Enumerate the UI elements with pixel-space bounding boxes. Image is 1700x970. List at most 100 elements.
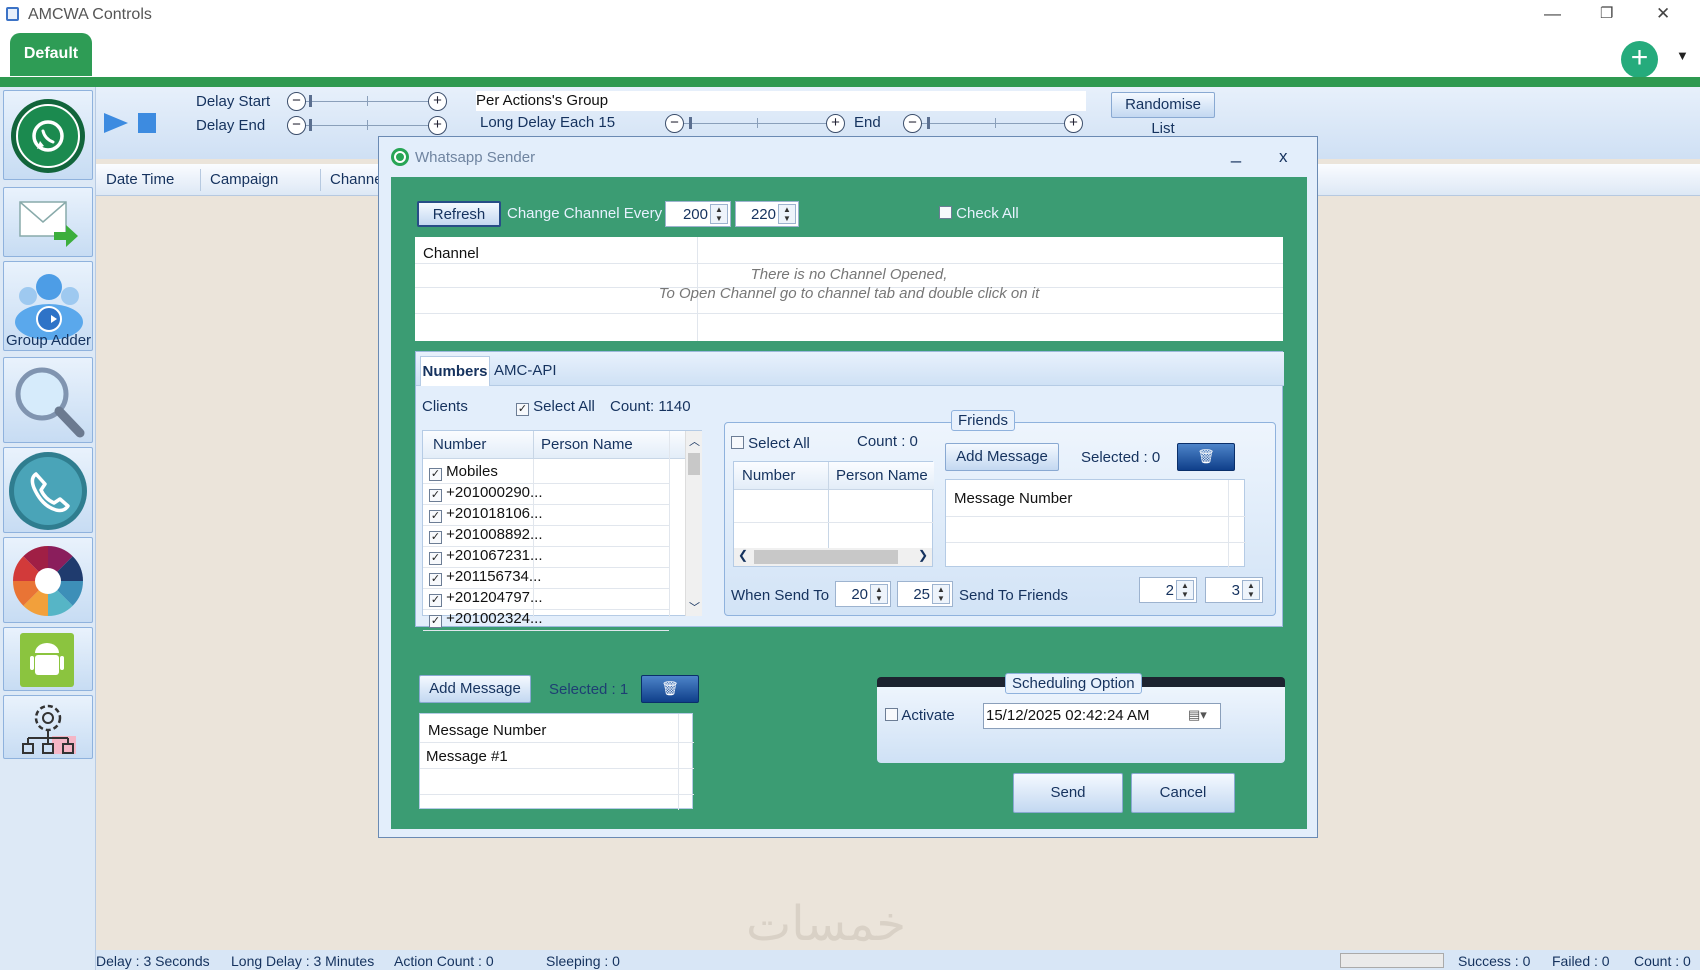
friends-delete-button[interactable]: 🗑 — [1177, 443, 1235, 471]
clients-col-person[interactable]: Person Name — [541, 436, 633, 453]
friends-col-person[interactable]: Person Name — [836, 467, 928, 484]
send-to-friends-min[interactable]: 2 ▲ ▼ — [1139, 577, 1197, 603]
client-number: +201156734... — [446, 568, 542, 585]
restore-button[interactable]: ❐ — [1600, 4, 1613, 22]
messages-delete-button[interactable]: 🗑 — [641, 675, 699, 703]
window-title: AMCWA Controls — [28, 6, 152, 23]
sidebar-item-email[interactable] — [3, 187, 93, 257]
friends-select-all[interactable]: Select All — [731, 435, 810, 452]
clients-col-number[interactable]: Number — [433, 436, 486, 453]
sidebar-item-wheel[interactable] — [3, 537, 93, 623]
checkbox-checked-icon[interactable]: ✓ — [429, 552, 442, 565]
long-delay-end-slider[interactable]: − + — [903, 114, 1083, 134]
scroll-down-icon[interactable]: ﹀ — [689, 599, 700, 615]
tab-amc-api[interactable]: AMC-API — [494, 362, 557, 379]
column-campaign[interactable]: Campaign — [210, 171, 278, 188]
add-message-button[interactable]: Add Message — [419, 675, 531, 703]
dialog-close-button[interactable]: x — [1279, 147, 1288, 167]
clients-scrollbar[interactable]: ︿ ﹀ — [685, 431, 702, 616]
friends-hscrollbar[interactable]: ❮ ❯ — [734, 548, 932, 566]
delay-end-slider[interactable]: − + — [287, 116, 447, 136]
calendar-dropdown-icon[interactable]: ▤▾ — [1188, 707, 1207, 723]
spinner-arrows-icon[interactable]: ▲ ▼ — [1242, 580, 1260, 600]
sidebar-item-settings-network[interactable] — [3, 695, 93, 759]
play-icon[interactable] — [104, 113, 128, 133]
client-row[interactable]: ✓ +201002324... — [429, 610, 543, 632]
channel-list[interactable]: Channel There is no Channel Opened, To Op… — [415, 237, 1283, 341]
client-row[interactable]: ✓ +201204797... — [429, 589, 543, 611]
client-row[interactable]: ✓ +201067231... — [429, 547, 543, 569]
randomise-list-button[interactable]: Randomise List — [1111, 92, 1215, 137]
sidebar-item-calls[interactable] — [3, 447, 93, 533]
delay-end-label: Delay End — [196, 117, 266, 134]
schedule-datetime-picker[interactable]: 15/12/2025 02:42:24 AM ▤▾ — [983, 703, 1221, 729]
checkbox-checked-icon[interactable]: ✓ — [429, 489, 442, 502]
friends-message-list[interactable]: Message Number — [945, 479, 1246, 568]
checkbox-checked-icon[interactable]: ✓ — [429, 615, 442, 628]
checkbox-checked-icon[interactable]: ✓ — [429, 573, 442, 586]
progress-bar — [1340, 953, 1444, 968]
client-row[interactable]: ✓ +201000290... — [429, 484, 543, 506]
dropdown-arrow-icon[interactable]: ▼ — [1676, 48, 1689, 63]
plus-icon[interactable]: + — [1621, 41, 1658, 78]
client-row[interactable]: ✓ Mobiles — [429, 463, 498, 485]
clients-grid[interactable]: Number Person Name ✓ Mobiles ✓ +201000290… — [422, 430, 702, 631]
message-list[interactable]: Message Number Message #1 — [419, 713, 694, 810]
spinner-arrows-icon[interactable]: ▲ ▼ — [870, 584, 888, 604]
scroll-left-icon[interactable]: ❮ — [738, 548, 748, 562]
activate-checkbox[interactable]: Activate — [885, 707, 955, 724]
scroll-thumb[interactable] — [688, 453, 700, 475]
checkbox-checked-icon[interactable]: ✓ — [429, 531, 442, 544]
scroll-right-icon[interactable]: ❯ — [918, 548, 928, 562]
group-adder-label: Group Adder — [6, 332, 92, 349]
when-send-to-min[interactable]: 20 ▲ ▼ — [835, 581, 891, 607]
close-button[interactable]: ✕ — [1656, 4, 1670, 24]
spinner-arrows-icon[interactable]: ▲ ▼ — [1176, 580, 1194, 600]
spinner-arrows-icon[interactable]: ▲ ▼ — [710, 204, 728, 224]
sidebar-item-search[interactable] — [3, 357, 93, 443]
status-bar: Delay : 3 Seconds Long Delay : 3 Minutes… — [96, 950, 1700, 970]
stop-icon[interactable] — [138, 113, 156, 133]
client-number: +201000290... — [446, 484, 543, 501]
friends-col-number[interactable]: Number — [742, 467, 795, 484]
tab-numbers[interactable]: Numbers — [420, 356, 490, 386]
checkbox-icon[interactable] — [939, 206, 952, 219]
check-all-checkbox[interactable]: Check All — [939, 205, 1019, 222]
checkbox-icon[interactable] — [885, 708, 898, 721]
refresh-button[interactable]: Refresh — [417, 201, 501, 227]
tab-default[interactable]: Default — [10, 33, 92, 76]
client-row[interactable]: ✓ +201018106... — [429, 505, 543, 527]
client-row[interactable]: ✓ +201156734... — [429, 568, 541, 590]
long-delay-start-slider[interactable]: − + — [665, 114, 845, 134]
send-button[interactable]: Send — [1013, 773, 1123, 813]
when-send-to-max[interactable]: 25 ▲ ▼ — [897, 581, 953, 607]
delay-start-label: Delay Start — [196, 93, 271, 110]
friends-add-message-button[interactable]: Add Message — [945, 443, 1059, 471]
sidebar-item-whatsapp[interactable] — [3, 90, 93, 180]
friends-grid[interactable]: Number Person Name ❮ ❯ — [733, 461, 934, 567]
scroll-thumb[interactable] — [754, 550, 898, 564]
checkbox-checked-icon[interactable]: ✓ — [429, 594, 442, 607]
column-date-time[interactable]: Date Time — [106, 171, 174, 188]
checkbox-checked-icon[interactable]: ✓ — [429, 510, 442, 523]
send-to-friends-max[interactable]: 3 ▲ ▼ — [1205, 577, 1263, 603]
scroll-up-icon[interactable]: ︿ — [689, 433, 700, 449]
client-number: +201067231... — [446, 547, 543, 564]
friends-message-header: Message Number — [954, 490, 1073, 507]
spinner-arrows-icon[interactable]: ▲ ▼ — [778, 204, 796, 224]
checkbox-checked-icon[interactable]: ✓ — [429, 468, 442, 481]
sidebar-item-android[interactable] — [3, 627, 93, 691]
dialog-minimize-button[interactable]: _ — [1231, 143, 1241, 164]
spinner-arrows-icon[interactable]: ▲ ▼ — [932, 584, 950, 604]
message-list-header: Message Number — [428, 722, 547, 739]
checkbox-icon[interactable] — [731, 436, 744, 449]
channel-interval-max[interactable]: 220 ▲ ▼ — [735, 201, 799, 227]
cancel-button[interactable]: Cancel — [1131, 773, 1235, 813]
checkbox-checked-icon[interactable]: ✓ — [516, 403, 529, 416]
message-row[interactable]: Message #1 — [426, 748, 508, 770]
channel-interval-min[interactable]: 200 ▲ ▼ — [665, 201, 731, 227]
client-row[interactable]: ✓ +201008892... — [429, 526, 543, 548]
clients-select-all[interactable]: ✓ Select All — [516, 398, 595, 416]
delay-start-slider[interactable]: − + — [287, 92, 447, 112]
minimize-button[interactable]: — — [1544, 4, 1561, 24]
